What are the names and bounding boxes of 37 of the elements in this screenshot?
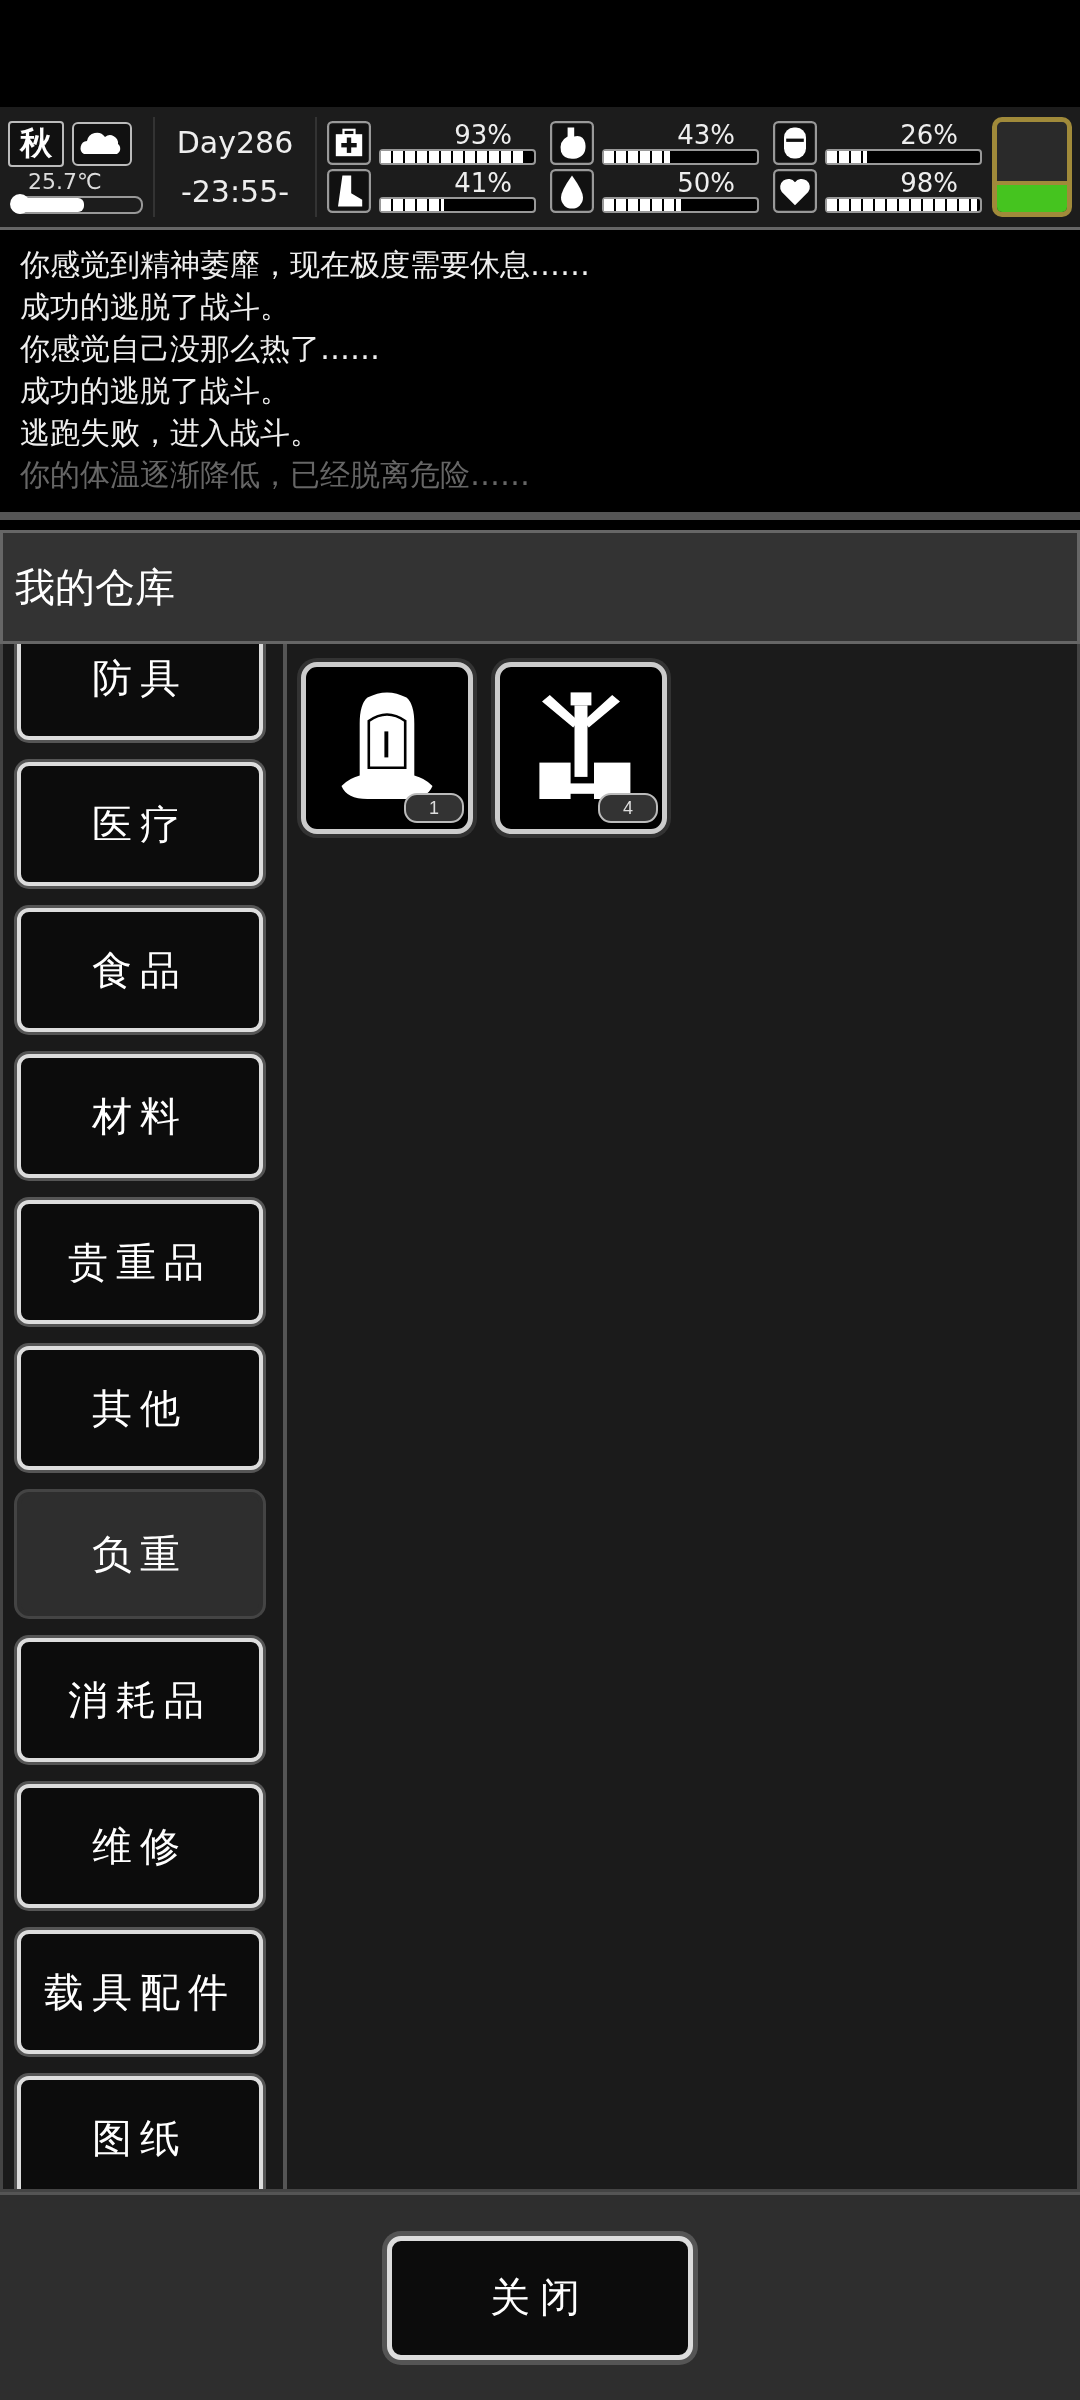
stat-percent: 98%	[899, 169, 959, 197]
stat-percent: 41%	[453, 169, 513, 197]
medkit-icon	[327, 121, 371, 165]
panel-title: 我的仓库	[15, 562, 175, 612]
log-message: 成功的逃脱了战斗。	[20, 288, 291, 326]
category-tab[interactable]: 载具配件	[17, 1930, 263, 2054]
temperature-label: 25.7℃	[27, 168, 103, 194]
cloud-icon	[72, 120, 132, 167]
stat-percent: 50%	[676, 169, 736, 197]
log-message: 你感觉自己没那么热了……	[20, 330, 381, 368]
category-tab[interactable]: 维修	[17, 1784, 263, 1908]
stat-percent: 26%	[899, 121, 959, 149]
category-tab[interactable]: 贵重品	[17, 1200, 263, 1324]
season-label: 秋	[8, 120, 64, 167]
category-tab[interactable]: 食品	[17, 908, 263, 1032]
log-message: 逃跑失败，进入战斗。	[20, 414, 321, 452]
category-tab[interactable]: 材料	[17, 1054, 263, 1178]
water-drop-icon	[550, 169, 594, 213]
log-message: 你的体温逐渐降低，已经脱离危险……	[20, 456, 531, 494]
category-tab[interactable]: 负重	[17, 1492, 263, 1616]
category-tab[interactable]: 医疗	[17, 762, 263, 886]
stat-percent: 43%	[676, 121, 736, 149]
thermometer-bulb-icon	[10, 193, 30, 214]
category-tab[interactable]: 消耗品	[17, 1638, 263, 1762]
category-tab[interactable]: 其他	[17, 1346, 263, 1470]
capsule-icon	[773, 121, 817, 165]
day-label: Day286	[176, 125, 294, 160]
stat-percent: 93%	[453, 121, 513, 149]
log-message: 你感觉到精神萎靡，现在极度需要休息……	[20, 246, 591, 284]
time-label: -23:55-	[180, 174, 290, 209]
item-count-badge: 4	[598, 793, 658, 823]
category-tab[interactable]: 图纸	[17, 2076, 263, 2189]
log-message: 成功的逃脱了战斗。	[20, 372, 291, 410]
item-count-badge: 1	[404, 793, 464, 823]
battery-icon	[992, 117, 1072, 217]
category-tab[interactable]: 防具	[17, 644, 263, 740]
foot-icon	[327, 169, 371, 213]
